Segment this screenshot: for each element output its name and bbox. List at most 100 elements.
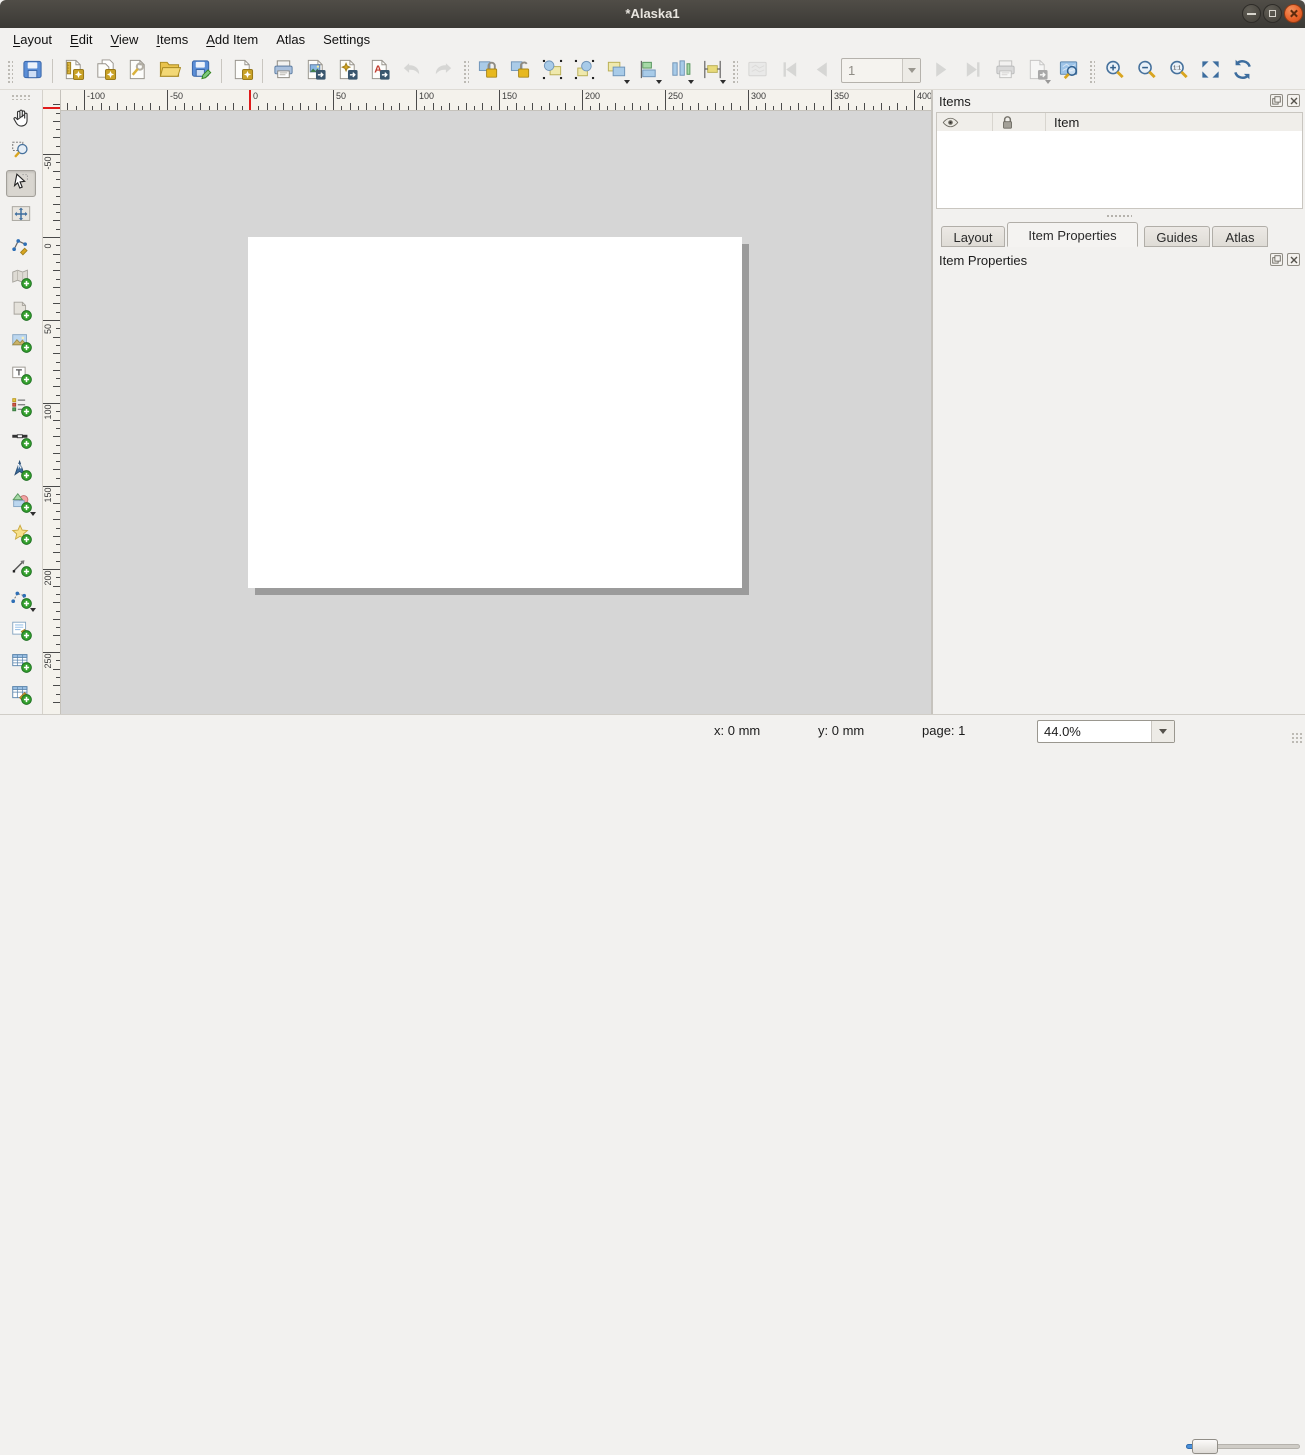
vertical-ruler[interactable]: -50050100150200250 [43, 90, 61, 714]
toolbar-drag-handle[interactable] [1088, 59, 1095, 83]
zoom-full-button[interactable] [1196, 57, 1224, 85]
menu-view[interactable]: View [101, 28, 147, 52]
add-legend-tool-button[interactable] [6, 394, 36, 421]
raise-items-button[interactable] [602, 57, 630, 85]
minimize-button[interactable] [1242, 4, 1261, 23]
dropdown-arrow-icon[interactable] [1045, 80, 1051, 84]
select-all-button[interactable] [538, 57, 566, 85]
dropdown-arrow-icon[interactable] [624, 80, 630, 84]
menu-items[interactable]: Items [147, 28, 197, 52]
print-atlas-button[interactable] [991, 57, 1019, 85]
add-3d-map-tool-button[interactable] [6, 298, 36, 325]
export-image-button[interactable] [301, 57, 329, 85]
atlas-next-feature-button[interactable] [927, 57, 955, 85]
close-button[interactable] [1284, 4, 1303, 23]
atlas-first-feature-button[interactable] [775, 57, 803, 85]
atlas-feature-input[interactable] [841, 58, 921, 83]
duplicate-layout-button[interactable] [91, 57, 119, 85]
atlas-settings-button[interactable] [1055, 57, 1083, 85]
add-fixed-table-tool-button[interactable] [6, 682, 36, 709]
undo-button[interactable] [397, 57, 425, 85]
zoom-in-button[interactable] [1100, 57, 1128, 85]
refresh-view-button[interactable] [1228, 57, 1256, 85]
deselect-all-button[interactable] [570, 57, 598, 85]
tab-atlas[interactable]: Atlas [1212, 226, 1268, 247]
menu-add-item[interactable]: Add Item [197, 28, 267, 52]
layout-canvas[interactable] [61, 111, 931, 714]
add-north-arrow-tool-button[interactable]: N [6, 458, 36, 485]
titlebar[interactable]: *Alaska1 [0, 0, 1305, 28]
toolbar-drag-handle[interactable] [6, 59, 13, 83]
zoom-combo-dropdown-button[interactable] [1151, 721, 1174, 742]
zoom-slider[interactable] [1186, 1437, 1300, 1455]
menu-layout[interactable]: Layout [4, 28, 61, 52]
slider-handle[interactable] [1192, 1439, 1218, 1454]
zoom-tool-button[interactable] [6, 138, 36, 165]
toolbar-drag-handle[interactable] [10, 93, 32, 100]
export-pdf-button[interactable]: A [365, 57, 393, 85]
add-picture-tool-button[interactable] [6, 330, 36, 357]
horizontal-ruler[interactable]: -100-50050100150200250300350400 [61, 90, 931, 111]
add-arrow-tool-button[interactable] [6, 554, 36, 581]
items-panel-close-button[interactable] [1287, 94, 1300, 107]
toolbar-drag-handle[interactable] [462, 59, 469, 83]
dropdown-arrow-icon[interactable] [688, 80, 694, 84]
layout-manager-button[interactable] [123, 57, 151, 85]
window-resize-grip[interactable] [1291, 732, 1303, 744]
atlas-preview-button[interactable] [743, 57, 771, 85]
new-item-from-template-button[interactable] [228, 57, 256, 85]
pan-tool-button[interactable] [6, 106, 36, 133]
items-panel-float-button[interactable] [1270, 94, 1283, 107]
item-properties-close-button[interactable] [1287, 253, 1300, 266]
export-atlas-button[interactable] [1023, 57, 1051, 85]
atlas-feature-number-field[interactable] [842, 59, 902, 82]
menu-settings[interactable]: Settings [314, 28, 379, 52]
atlas-previous-feature-button[interactable] [807, 57, 835, 85]
add-map-tool-button[interactable] [6, 266, 36, 293]
tab-layout[interactable]: Layout [941, 226, 1005, 247]
add-scalebar-tool-button[interactable] [6, 426, 36, 453]
item-properties-float-button[interactable] [1270, 253, 1283, 266]
items-list[interactable] [936, 131, 1303, 209]
toolbar-drag-handle[interactable] [731, 59, 738, 83]
add-attribute-table-tool-button[interactable] [6, 650, 36, 677]
select-move-item-tool-button[interactable] [6, 170, 36, 197]
menu-edit[interactable]: Edit [61, 28, 101, 52]
add-node-item-tool-button[interactable] [6, 586, 36, 613]
redo-button[interactable] [429, 57, 457, 85]
statusbar: x: 0 mm y: 0 mm page: 1 44.0% [0, 714, 1305, 746]
move-item-content-tool-button[interactable] [6, 202, 36, 229]
layout-page[interactable] [248, 237, 742, 588]
resize-items-button[interactable] [698, 57, 726, 85]
dropdown-arrow-icon[interactable] [656, 80, 662, 84]
tab-item-properties[interactable]: Item Properties [1007, 222, 1138, 247]
add-html-tool-button[interactable] [6, 618, 36, 645]
edit-nodes-item-tool-button[interactable] [6, 234, 36, 261]
add-shape-tool-button[interactable] [6, 490, 36, 517]
dropdown-arrow-icon[interactable] [30, 512, 36, 516]
zoom-out-button[interactable] [1132, 57, 1160, 85]
print-button[interactable] [269, 57, 297, 85]
add-marker-tool-button[interactable] [6, 522, 36, 549]
dropdown-arrow-icon[interactable] [720, 80, 726, 84]
open-layout-button[interactable] [155, 57, 183, 85]
lock-items-button[interactable] [474, 57, 502, 85]
save-as-template-button[interactable] [187, 57, 215, 85]
new-layout-button[interactable] [59, 57, 87, 85]
export-svg-button[interactable] [333, 57, 361, 85]
zoom-level-combobox[interactable]: 44.0% [1037, 720, 1175, 743]
maximize-button[interactable] [1263, 4, 1282, 23]
ruler-label: 150 [43, 485, 53, 505]
tab-guides[interactable]: Guides [1144, 226, 1210, 247]
menu-atlas[interactable]: Atlas [267, 28, 314, 52]
panel-splitter[interactable] [933, 209, 1305, 222]
zoom-actual-button[interactable]: 1:1 [1164, 57, 1192, 85]
add-label-tool-button[interactable] [6, 362, 36, 389]
unlock-items-button[interactable] [506, 57, 534, 85]
atlas-last-feature-button[interactable] [959, 57, 987, 85]
dropdown-arrow-icon[interactable] [30, 608, 36, 612]
distribute-items-button[interactable] [666, 57, 694, 85]
align-items-button[interactable] [634, 57, 662, 85]
save-layout-button[interactable] [18, 57, 46, 85]
lock-icon [477, 58, 500, 84]
